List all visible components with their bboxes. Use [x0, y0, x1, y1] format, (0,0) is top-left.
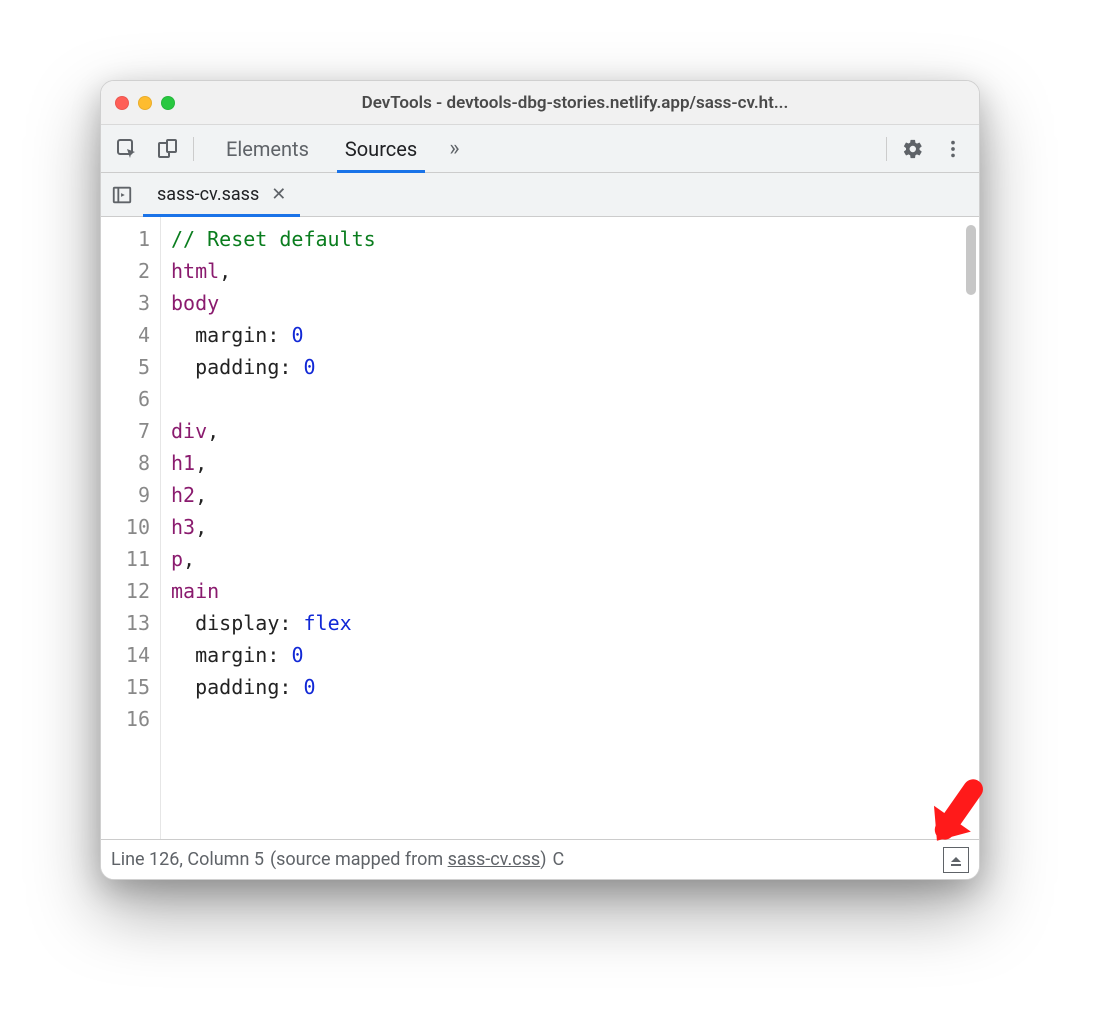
- traffic-lights: [115, 96, 175, 110]
- show-console-icon[interactable]: [943, 847, 969, 873]
- tab-sources[interactable]: Sources: [327, 125, 435, 172]
- code-line[interactable]: main: [171, 575, 979, 607]
- window-title: DevTools - devtools-dbg-stories.netlify.…: [185, 93, 965, 113]
- devtools-window: DevTools - devtools-dbg-stories.netlify.…: [100, 80, 980, 880]
- tab-label: Sources: [345, 137, 417, 161]
- line-number-gutter: 12345678910111213141516: [101, 217, 161, 839]
- line-number: 13: [101, 607, 150, 639]
- code-line[interactable]: [171, 383, 979, 415]
- code-line[interactable]: h2,: [171, 479, 979, 511]
- line-number: 16: [101, 703, 150, 735]
- code-line[interactable]: display: flex: [171, 607, 979, 639]
- close-window-button[interactable]: [115, 96, 129, 110]
- more-tabs-icon[interactable]: »: [435, 136, 473, 161]
- scrollbar-thumb[interactable]: [966, 225, 976, 295]
- maximize-window-button[interactable]: [161, 96, 175, 110]
- more-options-icon[interactable]: [933, 129, 973, 169]
- titlebar: DevTools - devtools-dbg-stories.netlify.…: [101, 81, 979, 125]
- code-line[interactable]: h1,: [171, 447, 979, 479]
- tab-elements[interactable]: Elements: [208, 125, 327, 172]
- code-line[interactable]: div,: [171, 415, 979, 447]
- code-content[interactable]: // Reset defaultshtml,body margin: 0 pad…: [161, 217, 979, 839]
- cursor-position: Line 126, Column 5: [111, 849, 264, 870]
- code-line[interactable]: padding: 0: [171, 351, 979, 383]
- code-line[interactable]: // Reset defaults: [171, 223, 979, 255]
- code-line[interactable]: [171, 703, 979, 735]
- line-number: 4: [101, 319, 150, 351]
- line-number: 5: [101, 351, 150, 383]
- line-number: 9: [101, 479, 150, 511]
- close-tab-icon[interactable]: ✕: [271, 184, 286, 205]
- source-map-link[interactable]: sass-cv.css: [448, 849, 541, 870]
- file-tab-label: sass-cv.sass: [157, 184, 259, 205]
- tab-label: Elements: [226, 137, 309, 161]
- code-line[interactable]: h3,: [171, 511, 979, 543]
- status-bar: Line 126, Column 5 (source mapped from s…: [101, 839, 979, 879]
- line-number: 8: [101, 447, 150, 479]
- code-line[interactable]: p,: [171, 543, 979, 575]
- line-number: 14: [101, 639, 150, 671]
- source-map-info: (source mapped from sass-cv.css): [270, 849, 547, 870]
- settings-icon[interactable]: [893, 129, 933, 169]
- line-number: 11: [101, 543, 150, 575]
- separator: [886, 137, 887, 161]
- code-line[interactable]: html,: [171, 255, 979, 287]
- device-toolbar-icon[interactable]: [147, 129, 187, 169]
- file-tab-bar: sass-cv.sass ✕: [101, 173, 979, 217]
- file-tab-sass-cv[interactable]: sass-cv.sass ✕: [143, 173, 300, 216]
- main-toolbar: Elements Sources »: [101, 125, 979, 173]
- line-number: 2: [101, 255, 150, 287]
- code-line[interactable]: margin: 0: [171, 639, 979, 671]
- line-number: 10: [101, 511, 150, 543]
- code-line[interactable]: margin: 0: [171, 319, 979, 351]
- line-number: 6: [101, 383, 150, 415]
- line-number: 12: [101, 575, 150, 607]
- panel-tabs: Elements Sources: [208, 125, 435, 172]
- line-number: 15: [101, 671, 150, 703]
- inspect-element-icon[interactable]: [107, 129, 147, 169]
- code-editor[interactable]: 12345678910111213141516 // Reset default…: [101, 217, 979, 839]
- line-number: 7: [101, 415, 150, 447]
- line-number: 3: [101, 287, 150, 319]
- code-line[interactable]: body: [171, 287, 979, 319]
- line-number: 1: [101, 223, 150, 255]
- navigator-toggle-icon[interactable]: [101, 173, 143, 216]
- separator: [193, 137, 194, 161]
- truncated-text: C: [553, 849, 565, 870]
- minimize-window-button[interactable]: [138, 96, 152, 110]
- code-line[interactable]: padding: 0: [171, 671, 979, 703]
